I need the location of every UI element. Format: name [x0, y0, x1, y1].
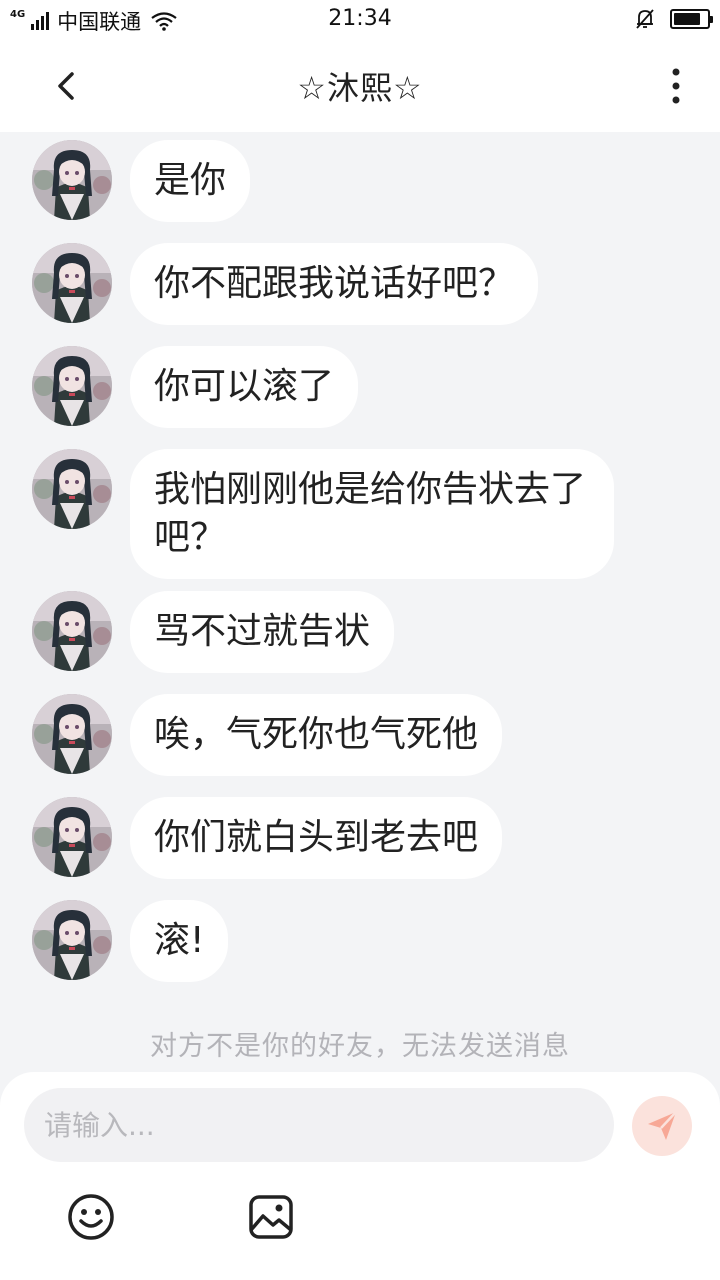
paper-plane-icon: [648, 1111, 677, 1140]
message-item: 我怕刚刚他是给你告状去了吧？: [32, 449, 614, 579]
more-vertical-icon[interactable]: [664, 66, 688, 106]
message-bubble: 骂不过就告状: [130, 591, 395, 673]
message-bubble: 你不配跟我说话好吧？: [130, 243, 539, 325]
send-button[interactable]: [632, 1096, 692, 1156]
avatar[interactable]: [32, 797, 112, 877]
image-icon[interactable]: [246, 1192, 296, 1242]
status-time: 21:34: [328, 6, 392, 31]
message-item: 唉，气死你也气死他: [32, 694, 503, 776]
avatar[interactable]: [32, 243, 112, 323]
message-item: 你们就白头到老去吧: [32, 797, 503, 879]
avatar[interactable]: [32, 346, 112, 426]
composer-panel: [0, 1072, 720, 1280]
message-bubble: 滚!: [130, 900, 229, 982]
smiley-icon[interactable]: [66, 1192, 116, 1242]
chat-header: ☆沐熙☆: [0, 40, 720, 132]
message-item: 你不配跟我说话好吧？: [32, 243, 539, 325]
message-bubble: 你们就白头到老去吧: [130, 797, 503, 879]
message-bubble: 唉，气死你也气死他: [130, 694, 503, 776]
message-bubble: 你可以滚了: [130, 346, 359, 428]
message-item: 你可以滚了: [32, 346, 359, 428]
message-item: 滚!: [32, 900, 229, 982]
battery-level: [674, 13, 700, 25]
message-item: 骂不过就告状: [32, 591, 395, 673]
chat-title: ☆沐熙☆: [297, 69, 423, 107]
avatar[interactable]: [32, 694, 112, 774]
avatar[interactable]: [32, 449, 112, 529]
battery-icon: [670, 9, 713, 29]
not-friend-notice: 对方不是你的好友，无法发送消息: [150, 1031, 570, 1062]
avatar[interactable]: [32, 591, 112, 671]
avatar[interactable]: [32, 900, 112, 980]
message-bubble: 是你: [130, 140, 251, 222]
message-bubble: 我怕刚刚他是给你告状去了吧？: [130, 449, 614, 579]
message-list: 是你 你不配跟我说话好吧？ 你可以滚了 我怕刚刚他是给你告状去了吧？ 骂不过就告…: [0, 132, 720, 1072]
status-bar: 4G 中国联通 21:34: [0, 0, 720, 40]
mute-bell-icon: [636, 9, 654, 29]
avatar[interactable]: [32, 140, 112, 220]
status-right: [634, 8, 713, 30]
chevron-left-icon[interactable]: [48, 66, 88, 106]
message-item: 是你: [32, 140, 251, 222]
message-input[interactable]: [24, 1088, 614, 1162]
